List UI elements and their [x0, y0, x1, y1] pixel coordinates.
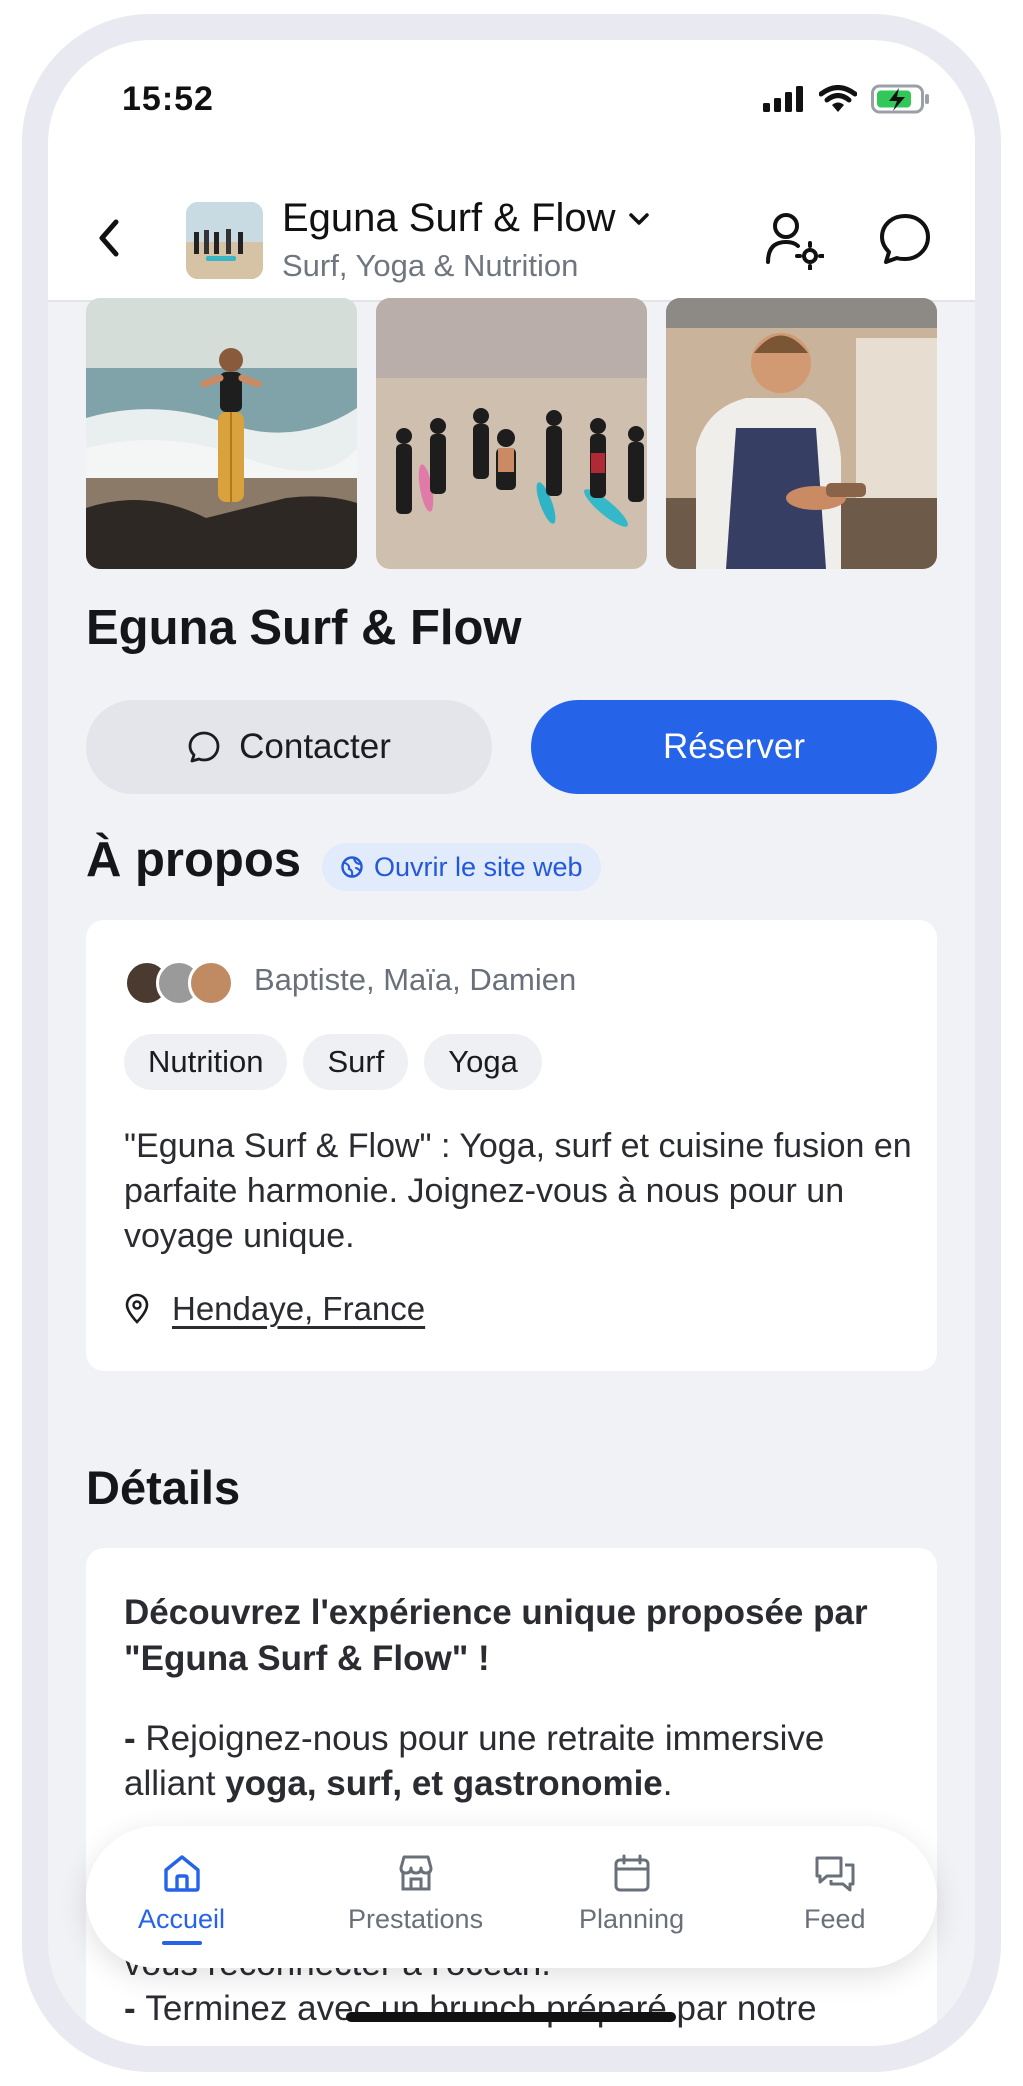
- header-thumbnail[interactable]: [186, 202, 263, 279]
- status-bar: 15:52: [48, 40, 975, 160]
- location-link[interactable]: Hendaye, France: [172, 1290, 425, 1328]
- tab-planning-label: Planning: [579, 1904, 685, 1934]
- about-card: Baptiste, Maïa, Damien Nutrition Surf Yo…: [86, 920, 937, 1371]
- home-indicator: [346, 2012, 676, 2022]
- photo-gallery: [86, 298, 937, 569]
- gallery-photo-chef[interactable]: [666, 298, 937, 569]
- tab-feed[interactable]: Feed: [804, 1852, 866, 1935]
- details-line-3: - Terminez avec un brunch préparé par no…: [124, 1986, 924, 2031]
- bottom-tab-bar: Accueil Prestations Planning Feed: [86, 1826, 937, 1968]
- header-title-text: Eguna Surf & Flow: [282, 196, 616, 240]
- team-avatars: [124, 960, 234, 1006]
- header-title[interactable]: Eguna Surf & Flow: [282, 196, 650, 241]
- tab-accueil[interactable]: Accueil: [138, 1852, 225, 1945]
- status-time: 15:52: [122, 80, 214, 118]
- bullet-dash: -: [124, 1719, 146, 1758]
- details-line-3-text: Terminez avec un brunch préparé par notr…: [145, 1989, 817, 2028]
- app-header: Eguna Surf & Flow Surf, Yoga & Nutrition: [48, 160, 975, 302]
- store-icon: [399, 1855, 433, 1891]
- back-arrow-icon[interactable]: [96, 218, 122, 258]
- tag-list: Nutrition Surf Yoga: [124, 1034, 542, 1090]
- details-line-1: - Rejoignez-nous pour une retraite immer…: [124, 1716, 924, 1806]
- tag-nutrition[interactable]: Nutrition: [124, 1034, 288, 1090]
- page-title: Eguna Surf & Flow: [86, 601, 522, 655]
- chat-bubble-icon[interactable]: [878, 212, 932, 266]
- team-names: Baptiste, Maïa, Damien: [254, 962, 577, 997]
- details-heading: Détails: [86, 1461, 241, 1514]
- tab-planning[interactable]: Planning: [579, 1852, 684, 1935]
- about-description: "Eguna Surf & Flow" : Yoga, surf et cuis…: [124, 1127, 912, 1255]
- gallery-photo-yoga[interactable]: [86, 298, 357, 569]
- details-card: Découvrez l'expérience unique proposée p…: [86, 1548, 937, 2046]
- tag-yoga[interactable]: Yoga: [424, 1034, 542, 1090]
- chat-bubbles-icon: [815, 1856, 855, 1892]
- reserve-button[interactable]: Réserver: [531, 700, 937, 794]
- map-pin-icon: [125, 1293, 149, 1324]
- globe-icon: [341, 856, 363, 878]
- details-line-1-bold: yoga, surf, et gastronomie: [225, 1764, 663, 1803]
- open-website-chip[interactable]: Ouvrir le site web: [322, 843, 601, 891]
- signal-icon: [763, 86, 803, 112]
- tab-prestations[interactable]: Prestations: [348, 1852, 483, 1935]
- gallery-photo-surf[interactable]: [376, 298, 647, 569]
- details-line-1-end: .: [662, 1764, 673, 1803]
- tab-feed-label: Feed: [804, 1904, 866, 1934]
- details-headline: Découvrez l'expérience unique proposée p…: [124, 1593, 868, 1678]
- header-subtitle: Surf, Yoga & Nutrition: [282, 248, 579, 283]
- location-row[interactable]: Hendaye, France: [124, 1290, 425, 1328]
- contact-button-label: Contacter: [239, 727, 391, 766]
- battery-icon: [871, 84, 929, 114]
- home-icon: [163, 1855, 200, 1892]
- chat-bubble-icon: [188, 731, 220, 763]
- user-settings-icon[interactable]: [764, 210, 824, 270]
- avatar: [188, 960, 234, 1006]
- wifi-icon: [819, 85, 857, 112]
- chevron-down-icon: [628, 212, 649, 225]
- contact-button[interactable]: Contacter: [86, 700, 492, 794]
- active-tab-indicator: [161, 1941, 202, 1945]
- status-icons: [763, 84, 931, 114]
- open-website-label: Ouvrir le site web: [374, 851, 583, 882]
- tab-prestations-label: Prestations: [348, 1904, 484, 1934]
- reserve-button-label: Réserver: [663, 727, 805, 766]
- tag-surf[interactable]: Surf: [303, 1034, 409, 1090]
- calendar-icon: [614, 1854, 650, 1892]
- bullet-dash: -: [124, 1989, 146, 2028]
- app-screen: 15:52 Eguna Surf & Flow Surf, Yoga & Nut…: [48, 40, 975, 2046]
- tab-accueil-label: Accueil: [138, 1904, 226, 1934]
- about-heading: À propos: [86, 833, 302, 887]
